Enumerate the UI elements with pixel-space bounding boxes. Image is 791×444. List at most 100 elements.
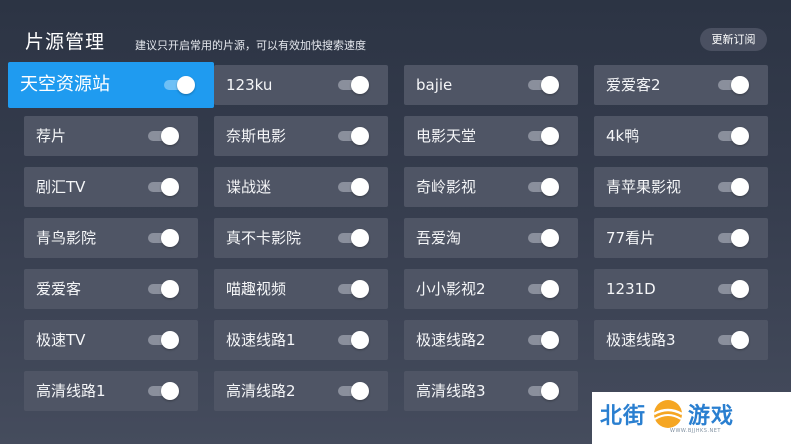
source-toggle[interactable] xyxy=(148,127,179,145)
source-toggle[interactable] xyxy=(718,331,749,349)
source-toggle[interactable] xyxy=(148,382,179,400)
source-toggle[interactable] xyxy=(718,280,749,298)
source-item[interactable]: 极速线路2 xyxy=(404,320,578,360)
page-title: 片源管理 xyxy=(25,31,106,53)
toggle-knob xyxy=(541,331,559,349)
source-toggle[interactable] xyxy=(148,178,179,196)
source-item[interactable]: 1231D xyxy=(594,269,768,309)
toggle-knob xyxy=(177,76,195,94)
toggle-knob xyxy=(351,382,369,400)
source-toggle[interactable] xyxy=(528,76,559,94)
source-item[interactable]: 4k鸭 xyxy=(594,116,768,156)
toggle-knob xyxy=(541,178,559,196)
source-toggle[interactable] xyxy=(338,127,369,145)
toggle-knob xyxy=(731,229,749,247)
source-toggle[interactable] xyxy=(338,331,369,349)
source-item[interactable]: 青鸟影院 xyxy=(24,218,198,258)
source-item[interactable]: 高清线路3 xyxy=(404,371,578,411)
source-item[interactable]: 天空资源站 xyxy=(8,62,214,108)
source-toggle[interactable] xyxy=(718,229,749,247)
source-label: 高清线路1 xyxy=(36,382,106,400)
source-item[interactable]: 小小影视2 xyxy=(404,269,578,309)
source-label: 剧汇TV xyxy=(36,178,86,196)
source-item[interactable]: 极速TV xyxy=(24,320,198,360)
source-item[interactable]: 喵趣视频 xyxy=(214,269,388,309)
source-toggle[interactable] xyxy=(338,229,369,247)
toggle-knob xyxy=(541,127,559,145)
watermark-url: WWW.BJJHKS.NET xyxy=(670,428,721,434)
source-item[interactable]: 高清线路1 xyxy=(24,371,198,411)
source-toggle[interactable] xyxy=(148,229,179,247)
toggle-knob xyxy=(541,382,559,400)
source-grid: 天空资源站 123ku bajie 爱爱客2 荐片 奈斯电影 电影天堂 4k鸭剧汇TV 谍战迷 奇… xyxy=(8,62,769,415)
toggle-knob xyxy=(731,280,749,298)
source-label: 小小影视2 xyxy=(416,280,486,298)
source-label: 爱爱客2 xyxy=(606,76,661,94)
watermark-name-part1: 北街 xyxy=(600,404,647,429)
source-label: bajie xyxy=(416,76,453,94)
watermark-logo: 北街 游戏 WWW.BJJHKS.NET xyxy=(592,392,791,444)
source-toggle[interactable] xyxy=(148,331,179,349)
toggle-knob xyxy=(351,331,369,349)
toggle-knob xyxy=(731,178,749,196)
source-toggle[interactable] xyxy=(164,76,195,94)
toggle-knob xyxy=(351,76,369,94)
source-item[interactable]: 奇岭影视 xyxy=(404,167,578,207)
source-toggle[interactable] xyxy=(528,178,559,196)
source-item[interactable]: bajie xyxy=(404,65,578,105)
source-item[interactable]: 极速线路3 xyxy=(594,320,768,360)
toggle-knob xyxy=(351,127,369,145)
toggle-knob xyxy=(161,127,179,145)
refresh-subscription-button[interactable]: 更新订阅 xyxy=(700,28,767,51)
source-toggle[interactable] xyxy=(718,178,749,196)
toggle-knob xyxy=(161,382,179,400)
source-label: 奇岭影视 xyxy=(416,178,477,196)
source-toggle[interactable] xyxy=(528,127,559,145)
source-label: 真不卡影院 xyxy=(226,229,302,247)
toggle-knob xyxy=(161,178,179,196)
source-toggle[interactable] xyxy=(718,127,749,145)
source-toggle[interactable] xyxy=(528,280,559,298)
source-toggle[interactable] xyxy=(148,280,179,298)
source-item[interactable]: 荐片 xyxy=(24,116,198,156)
source-label: 4k鸭 xyxy=(606,127,640,145)
source-label: 电影天堂 xyxy=(416,127,477,145)
source-label: 高清线路2 xyxy=(226,382,296,400)
source-toggle[interactable] xyxy=(338,280,369,298)
toggle-knob xyxy=(351,178,369,196)
toggle-knob xyxy=(541,280,559,298)
source-label: 1231D xyxy=(606,280,656,298)
source-item[interactable]: 剧汇TV xyxy=(24,167,198,207)
watermark-name-part2: 游戏 xyxy=(688,404,735,429)
source-label: 极速线路2 xyxy=(416,331,486,349)
toggle-knob xyxy=(731,127,749,145)
source-label: 荐片 xyxy=(36,127,67,145)
source-item[interactable]: 青苹果影视 xyxy=(594,167,768,207)
source-toggle[interactable] xyxy=(528,382,559,400)
source-toggle[interactable] xyxy=(338,76,369,94)
source-item[interactable]: 奈斯电影 xyxy=(214,116,388,156)
source-label: 77看片 xyxy=(606,229,656,247)
source-item[interactable]: 谍战迷 xyxy=(214,167,388,207)
source-item[interactable]: 77看片 xyxy=(594,218,768,258)
source-item[interactable]: 爱爱客 xyxy=(24,269,198,309)
source-toggle[interactable] xyxy=(338,178,369,196)
source-label: 高清线路3 xyxy=(416,382,486,400)
toggle-knob xyxy=(351,280,369,298)
source-item[interactable]: 真不卡影院 xyxy=(214,218,388,258)
source-toggle[interactable] xyxy=(718,76,749,94)
source-item[interactable]: 123ku xyxy=(214,65,388,105)
source-toggle[interactable] xyxy=(528,331,559,349)
toggle-knob xyxy=(731,331,749,349)
source-toggle[interactable] xyxy=(528,229,559,247)
source-label: 天空资源站 xyxy=(20,74,110,95)
source-label: 123ku xyxy=(226,76,273,94)
source-label: 奈斯电影 xyxy=(226,127,287,145)
source-item[interactable]: 极速线路1 xyxy=(214,320,388,360)
source-item[interactable]: 高清线路2 xyxy=(214,371,388,411)
source-toggle[interactable] xyxy=(338,382,369,400)
source-label: 极速TV xyxy=(36,331,86,349)
source-item[interactable]: 吾爱淘 xyxy=(404,218,578,258)
source-item[interactable]: 电影天堂 xyxy=(404,116,578,156)
source-item[interactable]: 爱爱客2 xyxy=(594,65,768,105)
